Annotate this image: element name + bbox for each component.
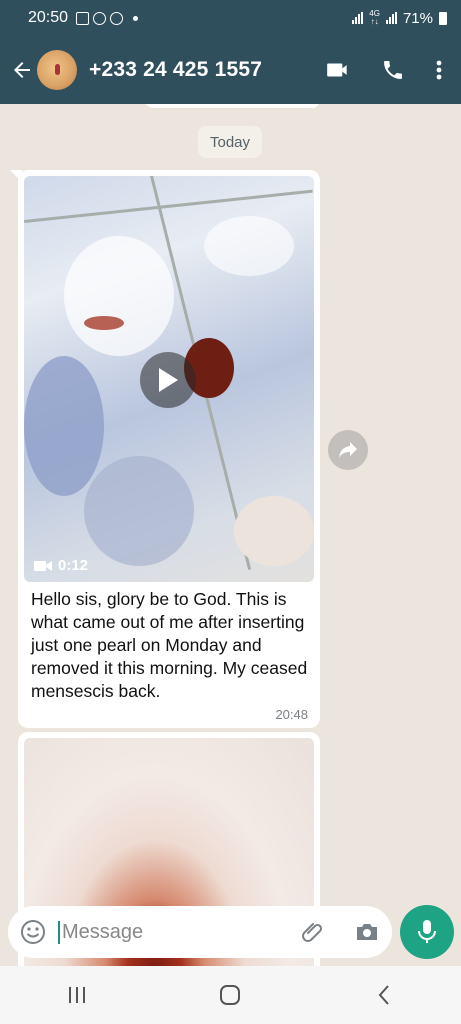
signal-icon — [352, 12, 364, 24]
date-chip: Today — [198, 126, 262, 158]
mic-icon — [418, 920, 436, 943]
play-button[interactable] — [140, 352, 196, 408]
message-caption: Hello sis, glory be to God. This is what… — [31, 589, 308, 701]
bubble-tail — [10, 170, 22, 182]
video-thumbnail[interactable]: 0:12 — [24, 176, 314, 582]
play-icon — [159, 368, 178, 392]
signal-icon-2 — [385, 12, 397, 24]
mic-button[interactable] — [400, 905, 454, 959]
header-actions — [325, 57, 443, 83]
battery-percent: 71% — [402, 9, 433, 27]
input-bar — [0, 898, 461, 966]
message-time: 20:48 — [275, 707, 308, 722]
tile-grout — [24, 189, 313, 223]
paperclip-icon[interactable] — [300, 919, 326, 945]
tile-highlight — [64, 236, 174, 356]
tile-pattern — [84, 456, 194, 566]
home-icon — [220, 985, 241, 1005]
gallery-notification-icon — [76, 11, 90, 25]
back-chevron-icon — [378, 985, 389, 1005]
camera-icon[interactable] — [354, 919, 380, 945]
video-camera-icon[interactable] — [325, 57, 351, 83]
message-input[interactable] — [58, 920, 278, 944]
blood-stain — [84, 316, 124, 330]
chat-area[interactable]: Today 0:12 Hello sis, glory be to God. T… — [0, 104, 461, 966]
video-message-bubble[interactable]: 0:12 Hello sis, glory be to God. This is… — [10, 170, 320, 728]
chat-header: +233 24 425 1557 — [0, 36, 461, 104]
status-time: 20:50 — [28, 9, 69, 26]
contact-name[interactable]: +233 24 425 1557 — [89, 58, 262, 82]
avatar[interactable] — [37, 50, 77, 90]
duration-text: 0:12 — [58, 557, 89, 574]
previous-message-bubble — [145, 104, 320, 108]
tile-pattern — [24, 356, 104, 496]
video-icon — [34, 560, 52, 571]
tile-highlight — [234, 496, 314, 566]
arrow-left-icon[interactable] — [10, 58, 34, 82]
recent-apps-button[interactable] — [57, 975, 97, 1015]
home-button[interactable] — [210, 975, 250, 1015]
phone-icon[interactable] — [381, 58, 405, 82]
notification-icons — [76, 11, 139, 25]
network-4g-icon: 4G ↑↓ — [369, 9, 380, 26]
status-right: 4G ↑↓ 71% — [352, 10, 447, 27]
forward-button[interactable] — [328, 430, 368, 470]
messenger-notification-icon — [110, 11, 124, 25]
video-duration: 0:12 — [34, 557, 88, 574]
message-input-container — [8, 906, 392, 958]
battery-icon — [439, 11, 447, 25]
emoji-icon[interactable] — [20, 919, 46, 945]
more-vert-icon[interactable] — [435, 58, 443, 82]
system-nav-bar — [0, 966, 461, 1024]
tile-highlight — [204, 216, 294, 276]
whatsapp-notification-icon — [93, 11, 107, 25]
forward-icon — [339, 442, 357, 458]
recent-apps-icon — [68, 987, 85, 1003]
back-button[interactable] — [364, 975, 404, 1015]
more-notifications-icon — [133, 15, 139, 21]
status-bar: 20:50 4G ↑↓ 71% — [0, 0, 461, 36]
